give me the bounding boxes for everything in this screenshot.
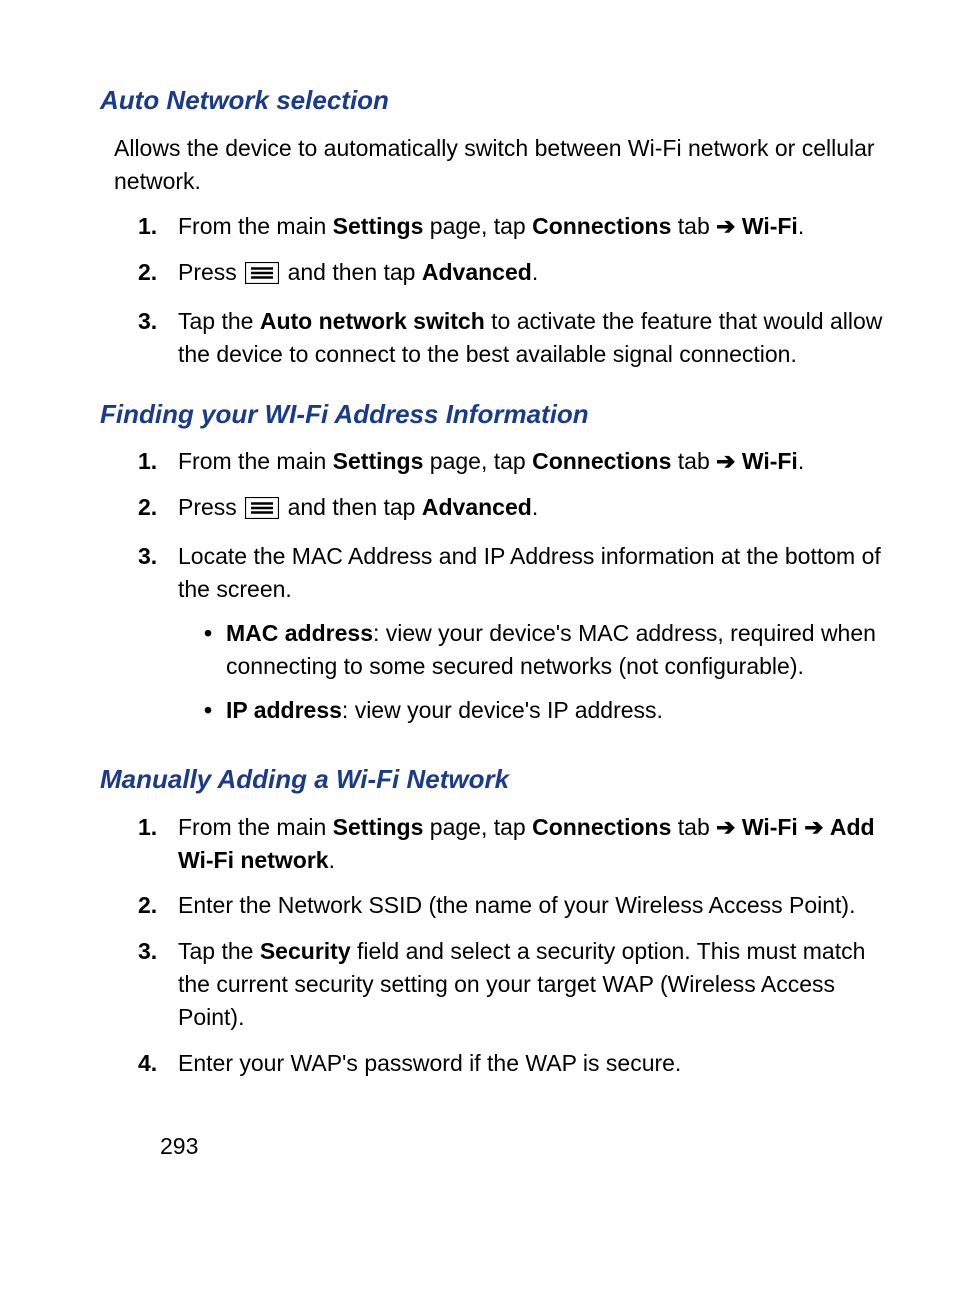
sub-item: MAC address: view your device's MAC addr… [204,617,894,684]
section-heading: Finding your WI-Fi Address Information [100,396,894,434]
bold-text: Security [260,938,351,964]
step-body: Press and then tap Advanced. [178,491,894,528]
step-list: 1.From the main Settings page, tap Conne… [100,210,894,371]
step-number: 3. [138,305,178,372]
step-body: From the main Settings page, tap Connect… [178,210,894,243]
bold-text: Connections [532,213,671,239]
step-number: 4. [138,1047,178,1080]
bold-text: MAC address [226,620,373,646]
step-item: 3.Tap the Auto network switch to activat… [138,305,894,372]
text: Tap the [178,938,260,964]
text: tab [671,213,716,239]
sub-item: IP address: view your device's IP addres… [204,694,894,727]
bold-text: Wi-Fi [742,213,798,239]
menu-icon [245,495,279,528]
text: : view your device's IP address. [342,697,663,723]
bold-text: Connections [532,448,671,474]
text: tab [671,814,716,840]
text: page, tap [423,448,532,474]
bold-text: Wi-Fi [742,448,798,474]
step-number: 2. [138,491,178,528]
text: Press [178,494,243,520]
text: . [532,259,538,285]
text: Enter the Network SSID (the name of your… [178,892,855,918]
bold-text: IP address [226,697,342,723]
text: and then tap [281,494,422,520]
text: Press [178,259,243,285]
arrow-icon: ➔ [804,814,823,840]
step-body: From the main Settings page, tap Connect… [178,445,894,478]
text: . [798,213,804,239]
bold-text: Connections [532,814,671,840]
document-page: Auto Network selection Allows the device … [100,82,894,1163]
section-heading: Auto Network selection [100,82,894,120]
step-number: 3. [138,540,178,737]
arrow-icon: ➔ [716,448,735,474]
menu-icon [245,260,279,293]
step-body: Enter your WAP's password if the WAP is … [178,1047,894,1080]
sub-list: MAC address: view your device's MAC addr… [178,617,894,727]
step-number: 3. [138,935,178,1035]
step-number: 1. [138,445,178,478]
step-number: 1. [138,210,178,243]
text: From the main [178,448,333,474]
step-number: 2. [138,256,178,293]
step-list: 1.From the main Settings page, tap Conne… [100,445,894,736]
bold-text: Settings [333,448,424,474]
step-body: Enter the Network SSID (the name of your… [178,889,894,922]
step-body: Tap the Auto network switch to activate … [178,305,894,372]
step-item: 1.From the main Settings page, tap Conne… [138,445,894,478]
bold-text: Advanced [422,494,532,520]
step-item: 1.From the main Settings page, tap Conne… [138,811,894,878]
text: Tap the [178,308,260,334]
text: page, tap [423,814,532,840]
step-item: 2.Enter the Network SSID (the name of yo… [138,889,894,922]
text: page, tap [423,213,532,239]
bold-text: Advanced [422,259,532,285]
text: From the main [178,814,333,840]
section-intro: Allows the device to automatically switc… [114,132,894,199]
text: Enter your WAP's password if the WAP is … [178,1050,681,1076]
bold-text: Wi-Fi [742,814,798,840]
step-body: Locate the MAC Address and IP Address in… [178,540,894,737]
step-item: 2.Press and then tap Advanced. [138,491,894,528]
text: . [798,448,804,474]
step-item: 3.Tap the Security field and select a se… [138,935,894,1035]
step-body: Press and then tap Advanced. [178,256,894,293]
bold-text: Settings [333,213,424,239]
step-number: 1. [138,811,178,878]
bold-text: Auto network switch [260,308,485,334]
bold-text: Settings [333,814,424,840]
step-body: Tap the Security field and select a secu… [178,935,894,1035]
text: and then tap [281,259,422,285]
step-number: 2. [138,889,178,922]
text: tab [671,448,716,474]
arrow-icon: ➔ [716,814,735,840]
text: . [532,494,538,520]
step-item: 1.From the main Settings page, tap Conne… [138,210,894,243]
step-body: From the main Settings page, tap Connect… [178,811,894,878]
text: From the main [178,213,333,239]
arrow-icon: ➔ [716,213,735,239]
text: Locate the MAC Address and IP Address in… [178,543,881,602]
text: . [329,847,335,873]
step-item: 2.Press and then tap Advanced. [138,256,894,293]
section-heading: Manually Adding a Wi-Fi Network [100,761,894,799]
step-item: 4.Enter your WAP's password if the WAP i… [138,1047,894,1080]
page-number: 293 [160,1130,894,1163]
step-item: 3.Locate the MAC Address and IP Address … [138,540,894,737]
step-list: 1.From the main Settings page, tap Conne… [100,811,894,1080]
